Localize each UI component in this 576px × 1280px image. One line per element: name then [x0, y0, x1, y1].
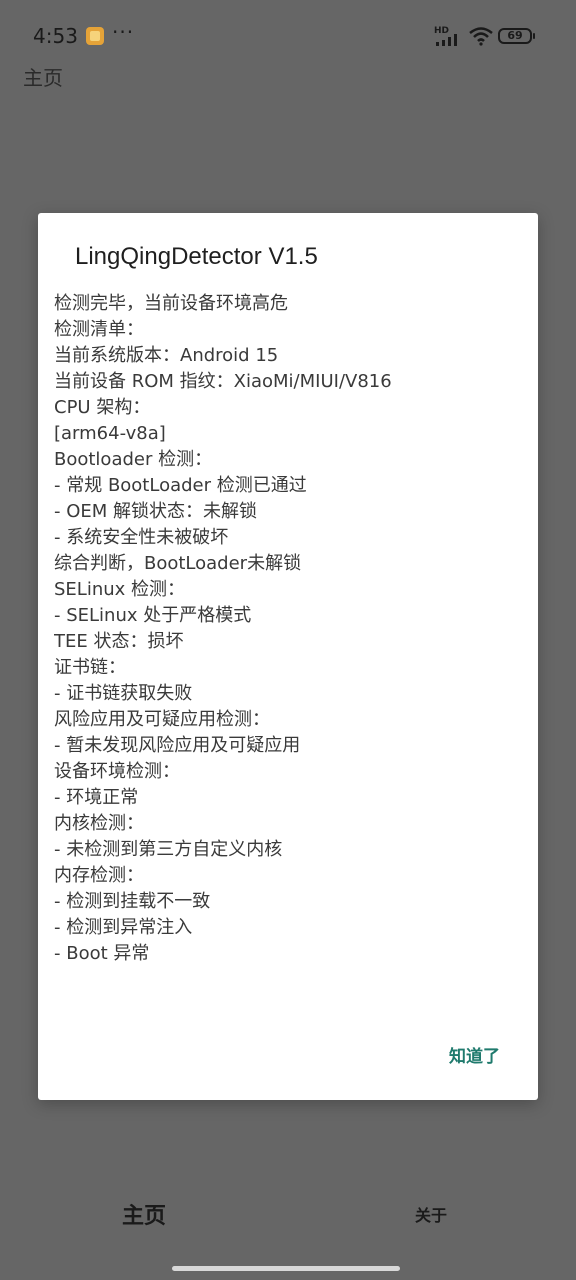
- battery-level: 69: [507, 29, 523, 42]
- report-line: 风险应用及可疑应用检测：: [54, 709, 270, 730]
- dialog-title: LingQingDetector V1.5: [75, 243, 318, 270]
- report-line: 综合判断，BootLoader未解锁: [54, 553, 302, 574]
- report-line: CPU 架构：: [54, 397, 151, 418]
- report-line: - 证书链获取失败: [54, 683, 193, 704]
- detection-report: 检测完毕，当前设备环境高危 检测清单： 当前系统版本：Android 15 当前…: [54, 291, 522, 967]
- report-line: - 系统安全性未被破坏: [54, 527, 229, 548]
- report-line: - Boot 异常: [54, 943, 150, 964]
- nav-item-home[interactable]: 主页: [122, 1198, 166, 1230]
- status-time: 4:53: [33, 24, 78, 48]
- battery-icon: 69: [498, 28, 532, 44]
- report-line: 当前设备 ROM 指纹：XiaoMi/MIUI/V816: [54, 371, 392, 392]
- battery-tip: [533, 33, 535, 39]
- wifi-icon: [469, 27, 493, 46]
- report-line: - SELinux 处于严格模式: [54, 605, 252, 626]
- report-line: Bootloader 检测：: [54, 449, 213, 470]
- nav-item-about[interactable]: 关于: [415, 1202, 447, 1226]
- gesture-handle[interactable]: [172, 1266, 400, 1271]
- report-line: 检测完毕，当前设备环境高危: [54, 293, 288, 314]
- report-line: 检测清单：: [54, 319, 144, 340]
- report-line: - 未检测到第三方自定义内核: [54, 839, 283, 860]
- report-line: 当前系统版本：Android 15: [54, 345, 279, 366]
- notification-app-icon: [86, 27, 104, 45]
- report-line: - OEM 解锁状态：未解锁: [54, 501, 258, 522]
- report-line: - 检测到挂载不一致: [54, 891, 211, 912]
- report-line: - 环境正常: [54, 787, 139, 808]
- report-line: 证书链：: [54, 657, 126, 678]
- report-line: 设备环境检测：: [54, 761, 180, 782]
- report-line: - 暂未发现风险应用及可疑应用: [54, 735, 301, 756]
- report-line: - 检测到异常注入: [54, 917, 193, 938]
- page-title: 主页: [23, 66, 63, 90]
- signal-icon: [436, 34, 457, 46]
- report-line: 内存检测：: [54, 865, 144, 886]
- report-line: [arm64-v8a]: [54, 423, 166, 444]
- more-notifications-icon: ···: [112, 20, 135, 44]
- report-line: SELinux 检测：: [54, 579, 186, 600]
- report-line: 内核检测：: [54, 813, 144, 834]
- report-line: TEE 状态：损坏: [54, 631, 184, 652]
- result-dialog: LingQingDetector V1.5 检测完毕，当前设备环境高危 检测清单…: [38, 213, 538, 1100]
- got-it-button[interactable]: 知道了: [449, 1042, 500, 1067]
- report-line: - 常规 BootLoader 检测已通过: [54, 475, 307, 496]
- status-bar: 4:53 ··· HD 69: [0, 0, 576, 72]
- bottom-navigation: 主页 关于: [0, 1170, 576, 1250]
